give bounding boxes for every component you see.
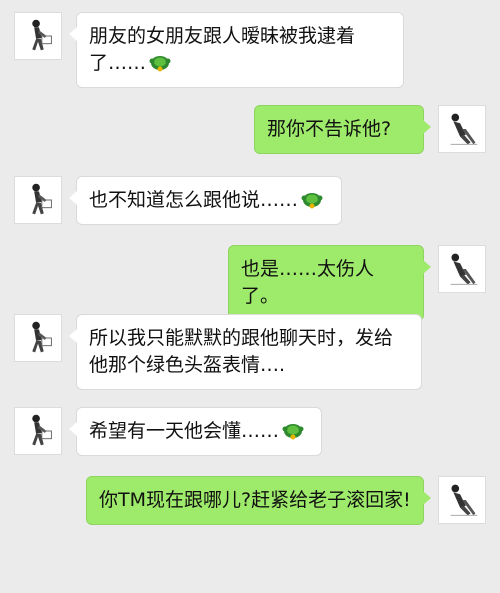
message-text: 你TM现在跟哪儿?赶紧给老子滚回家!: [99, 489, 411, 511]
friend-avatar[interactable]: [14, 407, 62, 455]
self-avatar[interactable]: [438, 105, 486, 153]
message-text: 希望有一天他会懂……: [89, 420, 280, 442]
incoming-message-bubble[interactable]: 希望有一天他会懂……: [69, 407, 322, 456]
person-icon: [450, 484, 478, 516]
person-icon: [450, 253, 478, 285]
person-icon: [32, 19, 52, 51]
person-icon: [32, 183, 52, 215]
self-avatar[interactable]: [438, 476, 486, 524]
message-text: 那你不告诉他?: [267, 118, 392, 140]
message-text: 朋友的女朋友跟人暧昧被我逮着了……: [89, 25, 356, 74]
turtle-icon: [300, 189, 324, 209]
message-text: 也不知道怎么跟他说……: [89, 189, 299, 211]
person-icon: [32, 414, 52, 446]
message-text: 也是……太伤人了。: [241, 258, 375, 307]
turtle-icon: [281, 420, 305, 440]
turtle-icon: [148, 52, 172, 72]
friend-avatar[interactable]: [14, 176, 62, 224]
incoming-message-bubble[interactable]: 所以我只能默默的跟他聊天时，发给他那个绿色头盔表情….: [69, 314, 422, 390]
self-avatar[interactable]: [438, 245, 486, 293]
friend-avatar[interactable]: [14, 12, 62, 60]
person-icon: [32, 321, 52, 353]
outgoing-message-bubble[interactable]: 你TM现在跟哪儿?赶紧给老子滚回家!: [86, 476, 431, 525]
person-icon: [450, 113, 478, 145]
incoming-message-bubble[interactable]: 朋友的女朋友跟人暧昧被我逮着了……: [69, 12, 404, 88]
outgoing-message-bubble[interactable]: 也是……太伤人了。: [228, 245, 431, 321]
message-text: 所以我只能默默的跟他聊天时，发给他那个绿色头盔表情….: [89, 327, 394, 376]
outgoing-message-bubble[interactable]: 那你不告诉他?: [254, 105, 431, 154]
friend-avatar[interactable]: [14, 314, 62, 362]
incoming-message-bubble[interactable]: 也不知道怎么跟他说……: [69, 176, 342, 225]
